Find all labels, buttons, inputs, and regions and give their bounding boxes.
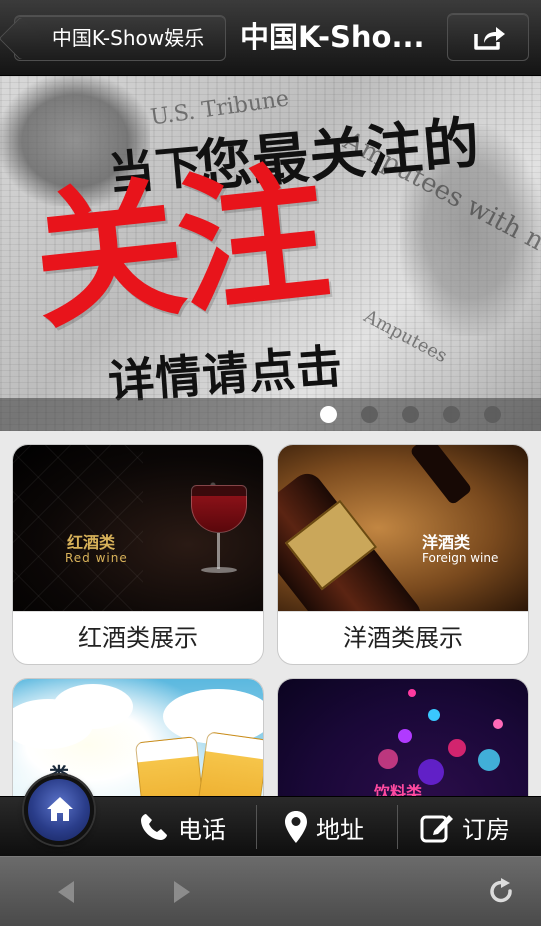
browser-toolbar [0,856,541,926]
carousel-dot[interactable] [443,406,460,423]
address-label: 地址 [316,815,364,844]
phone-label: 电话 [178,815,226,844]
share-button[interactable] [447,13,529,61]
category-card-foreign-wine[interactable]: 洋酒类 Foreign wine 洋酒类展示 [277,444,529,665]
category-card-label: 洋酒类展示 [278,611,528,664]
arrow-right-icon[interactable] [170,879,194,905]
carousel-dot[interactable] [361,406,378,423]
back-button-label: 中国K-Show娱乐 [51,26,205,50]
reload-icon[interactable] [488,877,516,907]
back-button[interactable]: 中国K-Show娱乐 [14,15,226,61]
carousel-dot[interactable] [484,406,501,423]
foreign-wine-image-subtitle: Foreign wine [422,551,499,565]
arrow-left-icon[interactable] [54,879,78,905]
drinks-image: 饮料类 [278,679,528,796]
phone-icon [141,814,167,840]
banner-headline-big: 关注 [25,147,331,351]
category-card-label: 红酒类展示 [13,611,263,664]
red-wine-image-title: 红酒类 [67,533,116,552]
category-card-red-wine[interactable]: 红酒类 Red wine 红酒类展示 [12,444,264,665]
map-pin-icon [285,811,307,843]
promo-banner[interactable]: U.S. Tribune Amputees with no place to g… [0,76,541,431]
drinks-image-title: 饮料类 [374,783,423,796]
edit-icon [420,815,453,843]
toolbar-divider [397,805,398,849]
red-wine-image-subtitle: Red wine [65,551,128,565]
red-wine-image: 红酒类 Red wine [13,445,263,611]
order-button[interactable]: 订房 [420,797,510,857]
carousel-dot[interactable] [402,406,419,423]
phone-button[interactable]: 电话 [138,797,226,857]
share-icon [474,27,505,50]
carousel-pager [0,398,541,431]
foreign-wine-image: 洋酒类 Foreign wine [278,445,528,611]
home-button[interactable] [24,775,94,845]
carousel-dot-active[interactable] [320,406,337,423]
category-card-drinks[interactable]: 饮料类 [277,678,529,796]
category-grid: 红酒类 Red wine 红酒类展示 洋酒类 Foreign wine 洋酒类展… [0,431,541,796]
foreign-wine-image-title: 洋酒类 [422,533,471,552]
bottom-toolbar: 电话 地址 订房 [0,775,541,857]
top-nav-bar: 中国K-Show娱乐 中国K-Sho... [0,0,541,76]
home-icon [47,797,73,821]
address-button[interactable]: 地址 [284,797,364,857]
order-label: 订房 [462,815,510,844]
page-title: 中国K-Sho... [240,20,425,54]
toolbar-divider [256,805,257,849]
